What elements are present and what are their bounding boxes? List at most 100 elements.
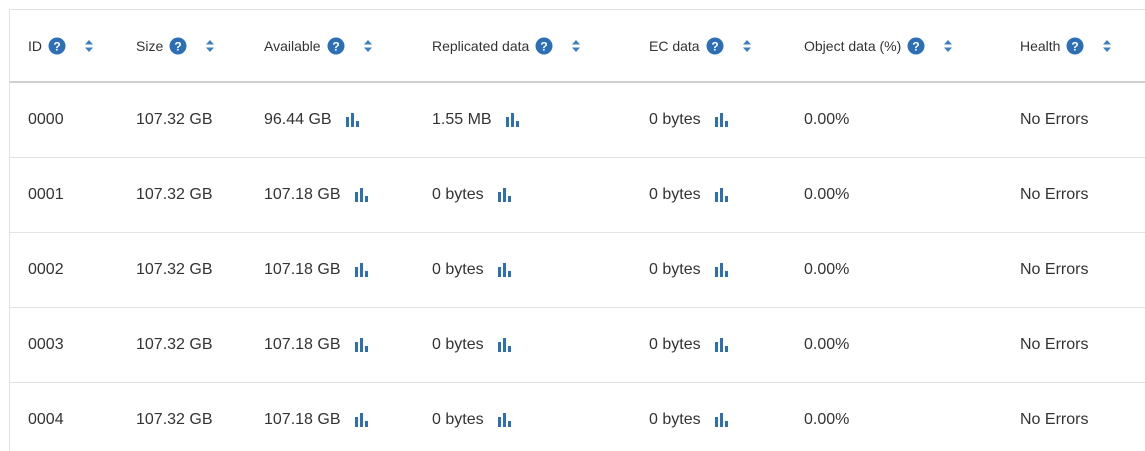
volume-id: 0001 xyxy=(28,185,64,203)
cell-size: 107.32 GB xyxy=(136,307,264,382)
bar-chart-icon[interactable] xyxy=(354,262,368,277)
bar-chart-icon[interactable] xyxy=(714,337,728,352)
column-label-ec-data: EC data xyxy=(649,37,700,54)
bar-chart-icon[interactable] xyxy=(497,262,511,277)
cell-available: 107.18 GB xyxy=(264,307,432,382)
sort-icon[interactable] xyxy=(363,39,373,53)
cell-available: 96.44 GB xyxy=(264,82,432,157)
bar-chart-icon[interactable] xyxy=(354,412,368,427)
available-value: 107.18 GB xyxy=(264,335,341,353)
bar-chart-icon[interactable] xyxy=(497,412,511,427)
bar-chart-icon[interactable] xyxy=(714,112,728,127)
object-data-percent-value: 0.00% xyxy=(804,335,850,353)
cell-available: 107.18 GB xyxy=(264,382,432,451)
cell-object-data-percent: 0.00% xyxy=(804,307,1020,382)
column-header-ec-data: EC data ? xyxy=(649,10,804,83)
cell-health: No Errors xyxy=(1020,157,1145,232)
bar-chart-icon[interactable] xyxy=(714,187,728,202)
bar-chart-icon[interactable] xyxy=(354,187,368,202)
ec-data-value: 0 bytes xyxy=(649,335,701,353)
cell-replicated-data: 0 bytes xyxy=(432,232,649,307)
column-label-size: Size xyxy=(136,37,164,54)
column-label-available: Available xyxy=(264,37,321,54)
help-icon[interactable]: ? xyxy=(1066,37,1084,55)
health-value: No Errors xyxy=(1020,410,1089,428)
replicated-data-value: 0 bytes xyxy=(432,335,484,353)
cell-available: 107.18 GB xyxy=(264,157,432,232)
object-data-percent-value: 0.00% xyxy=(804,260,850,278)
cell-ec-data: 0 bytes xyxy=(649,382,804,451)
object-data-percent-value: 0.00% xyxy=(804,410,850,428)
bar-chart-icon[interactable] xyxy=(497,187,511,202)
cell-replicated-data: 0 bytes xyxy=(432,382,649,451)
cell-id: 0003 xyxy=(10,307,136,382)
cell-ec-data: 0 bytes xyxy=(649,157,804,232)
svg-text:?: ? xyxy=(541,39,548,53)
object-data-percent-value: 0.00% xyxy=(804,185,850,203)
help-icon[interactable]: ? xyxy=(706,37,724,55)
cell-object-data-percent: 0.00% xyxy=(804,157,1020,232)
health-value: No Errors xyxy=(1020,110,1089,128)
bar-chart-icon[interactable] xyxy=(354,337,368,352)
sort-icon[interactable] xyxy=(84,39,94,53)
cell-replicated-data: 1.55 MB xyxy=(432,82,649,157)
health-value: No Errors xyxy=(1020,185,1089,203)
cell-id: 0001 xyxy=(10,157,136,232)
help-icon[interactable]: ? xyxy=(907,37,925,55)
cell-object-data-percent: 0.00% xyxy=(804,232,1020,307)
svg-text:?: ? xyxy=(175,39,182,53)
replicated-data-value: 1.55 MB xyxy=(432,110,492,128)
cell-available: 107.18 GB xyxy=(264,232,432,307)
available-value: 107.18 GB xyxy=(264,260,341,278)
help-icon[interactable]: ? xyxy=(48,37,66,55)
help-icon[interactable]: ? xyxy=(535,37,553,55)
replicated-data-value: 0 bytes xyxy=(432,185,484,203)
volume-size: 107.32 GB xyxy=(136,410,213,428)
table-header-row: ID ? Size ? Available ? Replicated data … xyxy=(10,10,1145,83)
cell-size: 107.32 GB xyxy=(136,232,264,307)
column-header-health: Health ? xyxy=(1020,10,1145,83)
column-header-object-data-percent: Object data (%) ? xyxy=(804,10,1020,83)
table-body: 0000 107.32 GB 96.44 GB 1.55 MB 0 bytes … xyxy=(10,82,1145,451)
available-value: 107.18 GB xyxy=(264,185,341,203)
bar-chart-icon[interactable] xyxy=(505,112,519,127)
help-icon[interactable]: ? xyxy=(169,37,187,55)
column-label-object-data-percent: Object data (%) xyxy=(804,37,902,54)
cell-health: No Errors xyxy=(1020,307,1145,382)
health-value: No Errors xyxy=(1020,260,1089,278)
ec-data-value: 0 bytes xyxy=(649,185,701,203)
bar-chart-icon[interactable] xyxy=(345,112,359,127)
available-value: 96.44 GB xyxy=(264,110,332,128)
ec-data-value: 0 bytes xyxy=(649,260,701,278)
volume-id: 0000 xyxy=(28,110,64,128)
sort-icon[interactable] xyxy=(205,39,215,53)
bar-chart-icon[interactable] xyxy=(714,412,728,427)
cell-id: 0002 xyxy=(10,232,136,307)
volume-size: 107.32 GB xyxy=(136,185,213,203)
bar-chart-icon[interactable] xyxy=(714,262,728,277)
svg-text:?: ? xyxy=(711,39,718,53)
bar-chart-icon[interactable] xyxy=(497,337,511,352)
replicated-data-value: 0 bytes xyxy=(432,410,484,428)
help-icon[interactable]: ? xyxy=(327,37,345,55)
cell-ec-data: 0 bytes xyxy=(649,232,804,307)
ec-data-value: 0 bytes xyxy=(649,110,701,128)
column-label-replicated-data: Replicated data xyxy=(432,37,530,54)
column-header-replicated-data: Replicated data ? xyxy=(432,10,649,83)
health-value: No Errors xyxy=(1020,335,1089,353)
sort-icon[interactable] xyxy=(943,39,953,53)
sort-icon[interactable] xyxy=(742,39,752,53)
table-row: 0003 107.32 GB 107.18 GB 0 bytes 0 bytes… xyxy=(10,307,1145,382)
table-row: 0004 107.32 GB 107.18 GB 0 bytes 0 bytes… xyxy=(10,382,1145,451)
available-value: 107.18 GB xyxy=(264,410,341,428)
ec-data-value: 0 bytes xyxy=(649,410,701,428)
cell-ec-data: 0 bytes xyxy=(649,307,804,382)
cell-object-data-percent: 0.00% xyxy=(804,382,1020,451)
cell-replicated-data: 0 bytes xyxy=(432,157,649,232)
svg-text:?: ? xyxy=(53,39,60,53)
cell-health: No Errors xyxy=(1020,232,1145,307)
cell-object-data-percent: 0.00% xyxy=(804,82,1020,157)
table-row: 0001 107.32 GB 107.18 GB 0 bytes 0 bytes… xyxy=(10,157,1145,232)
sort-icon[interactable] xyxy=(1102,39,1112,53)
sort-icon[interactable] xyxy=(571,39,581,53)
